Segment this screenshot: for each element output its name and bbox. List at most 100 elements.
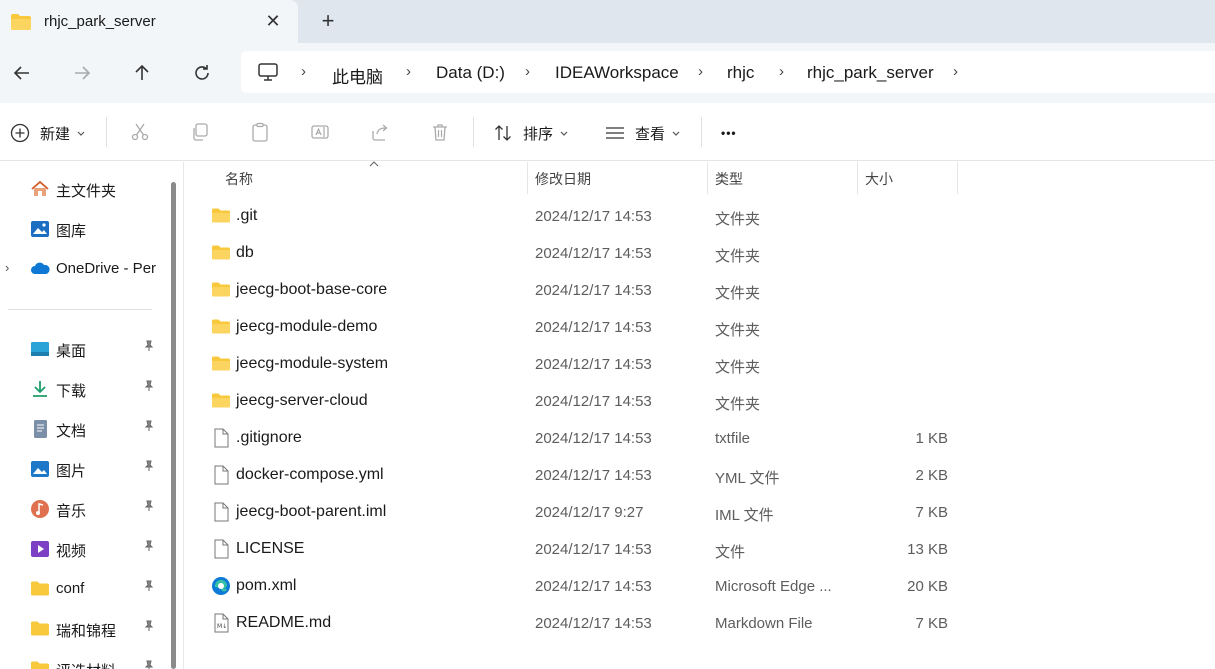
view-button[interactable]: 查看 [605, 119, 681, 147]
plus-circle-icon [10, 123, 30, 143]
column-header-size[interactable]: 大小 [865, 162, 893, 194]
sidebar-item-documents[interactable]: 文档 [0, 411, 172, 447]
delete-button[interactable] [429, 121, 451, 143]
back-button[interactable] [8, 59, 36, 87]
column-divider[interactable] [857, 162, 858, 194]
share-icon [372, 124, 388, 141]
arrow-left-icon [13, 66, 29, 80]
sidebar-item-downloads[interactable]: 下载 [0, 371, 172, 407]
file-name: pom.xml [236, 577, 297, 594]
refresh-button[interactable] [188, 59, 216, 87]
arrow-up-icon [135, 64, 149, 80]
music-icon [31, 500, 49, 518]
column-divider[interactable] [957, 162, 958, 194]
file-row[interactable]: LICENSE 2024/12/17 14:53 文件 13 KB [205, 531, 965, 568]
more-options-button[interactable]: ••• [721, 119, 737, 147]
column-divider[interactable] [527, 162, 528, 194]
sidebar-item-videos[interactable]: 视频 [0, 531, 172, 567]
sidebar-item-desktop[interactable]: 桌面 [0, 331, 172, 367]
chevron-right-icon[interactable]: › [5, 260, 9, 275]
breadcrumb-rhjc[interactable]: rhjc [727, 63, 754, 83]
file-row[interactable]: jeecg-boot-parent.iml 2024/12/17 9:27 IML … [205, 494, 965, 531]
file-row[interactable]: M↓ README.md 2024/12/17 14:53 Markdown File… [205, 605, 965, 642]
sidebar-scrollbar[interactable] [171, 182, 176, 669]
tab-title: rhjc_park_server [44, 13, 156, 30]
sidebar-item-gallery[interactable]: 图库 [0, 211, 172, 247]
pin-icon[interactable] [143, 500, 155, 515]
file-row[interactable]: docker-compose.yml 2024/12/17 14:53 YML 文件… [205, 457, 965, 494]
breadcrumb-separator[interactable]: › [953, 63, 958, 80]
pin-icon[interactable] [143, 580, 155, 595]
sidebar-item-label: 评选材料 [56, 660, 116, 669]
pin-icon[interactable] [143, 420, 155, 435]
file-modified-date: 2024/12/17 14:53 [535, 282, 652, 299]
sidebar-item-onedrive[interactable]: › OneDrive - Per [0, 251, 172, 287]
sidebar-item-label: 瑞和锦程 [56, 623, 117, 640]
svg-text:M↓: M↓ [217, 623, 227, 630]
file-type: 文件夹 [715, 322, 761, 339]
sidebar-item-selection-materials[interactable]: 评选材料 [0, 651, 172, 669]
document-icon [34, 420, 47, 438]
markdown-icon: M↓ [211, 613, 231, 633]
file-modified-date: 2024/12/17 14:53 [535, 578, 652, 595]
rename-icon [311, 125, 329, 139]
breadcrumb-rhjc-park-server[interactable]: rhjc_park_server [807, 63, 934, 83]
sidebar-item-ruihe[interactable]: 瑞和锦程 [0, 611, 172, 647]
edge-icon [211, 576, 231, 596]
up-button[interactable] [128, 59, 156, 87]
sidebar-divider [8, 309, 152, 310]
sidebar-item-home[interactable]: 主文件夹 [0, 171, 172, 207]
copy-button[interactable] [189, 121, 211, 143]
breadcrumb-data-drive[interactable]: Data (D:) [436, 63, 505, 83]
file-name: jeecg-boot-base-core [236, 281, 388, 298]
sidebar-item-label: conf [56, 580, 85, 597]
sidebar-item-label: 视频 [56, 543, 87, 560]
breadcrumb-this-pc[interactable]: 此电脑 [332, 63, 383, 88]
breadcrumb-ideaworkspace[interactable]: IDEAWorkspace [555, 63, 679, 83]
new-tab-button[interactable]: + [316, 9, 340, 33]
forward-button[interactable] [68, 59, 96, 87]
paste-button[interactable] [249, 121, 271, 143]
file-row[interactable]: jeecg-server-cloud 2024/12/17 14:53 文件夹 [205, 383, 965, 420]
pin-icon[interactable] [143, 540, 155, 555]
share-button[interactable] [369, 121, 391, 143]
refresh-icon [195, 65, 209, 80]
pin-icon[interactable] [143, 460, 155, 475]
pin-icon[interactable] [143, 380, 155, 395]
file-type: Microsoft Edge ... [715, 578, 832, 595]
file-row[interactable]: .git 2024/12/17 14:53 文件夹 [205, 198, 965, 235]
file-row[interactable]: pom.xml 2024/12/17 14:53 Microsoft Edge ..… [205, 568, 965, 605]
pin-icon[interactable] [143, 620, 155, 635]
file-row[interactable]: db 2024/12/17 14:53 文件夹 [205, 235, 965, 272]
sort-button[interactable]: 排序 [493, 119, 569, 147]
new-button[interactable]: 新建 [10, 119, 86, 147]
address-bar[interactable]: › 此电脑 › Data (D:) › IDEAWorkspace › rhjc… [241, 51, 1215, 93]
file-row[interactable]: jeecg-module-system 2024/12/17 14:53 文件夹 [205, 346, 965, 383]
file-row[interactable]: jeecg-module-demo 2024/12/17 14:53 文件夹 [205, 309, 965, 346]
column-divider[interactable] [707, 162, 708, 194]
file-modified-date: 2024/12/17 9:27 [535, 504, 644, 521]
sidebar-item-conf[interactable]: conf [0, 571, 172, 607]
column-header-date[interactable]: 修改日期 [535, 162, 591, 194]
sidebar-item-pictures[interactable]: 图片 [0, 451, 172, 487]
chevron-down-icon [77, 131, 85, 136]
file-row[interactable]: .gitignore 2024/12/17 14:53 txtfile 1 KB [205, 420, 965, 457]
sidebar-item-music[interactable]: 音乐 [0, 491, 172, 527]
view-label: 查看 [635, 125, 666, 143]
column-header-name[interactable]: 名称 [225, 162, 253, 194]
folder-icon [31, 621, 49, 636]
tab-current[interactable]: rhjc_park_server ✕ [0, 0, 298, 43]
file-type: 文件 [715, 544, 746, 561]
close-icon[interactable]: ✕ [262, 10, 284, 32]
file-name: jeecg-module-demo [236, 318, 378, 335]
copy-icon [193, 123, 208, 141]
breadcrumb-separator: › [698, 63, 703, 80]
pin-icon[interactable] [143, 660, 155, 669]
column-header-type[interactable]: 类型 [715, 162, 743, 194]
file-row[interactable]: jeecg-boot-base-core 2024/12/17 14:53 文件夹 [205, 272, 965, 309]
rename-button[interactable] [309, 121, 331, 143]
clipboard-icon [252, 122, 268, 142]
pin-icon[interactable] [143, 340, 155, 355]
cut-button[interactable] [129, 121, 151, 143]
file-name: jeecg-module-system [236, 355, 389, 372]
